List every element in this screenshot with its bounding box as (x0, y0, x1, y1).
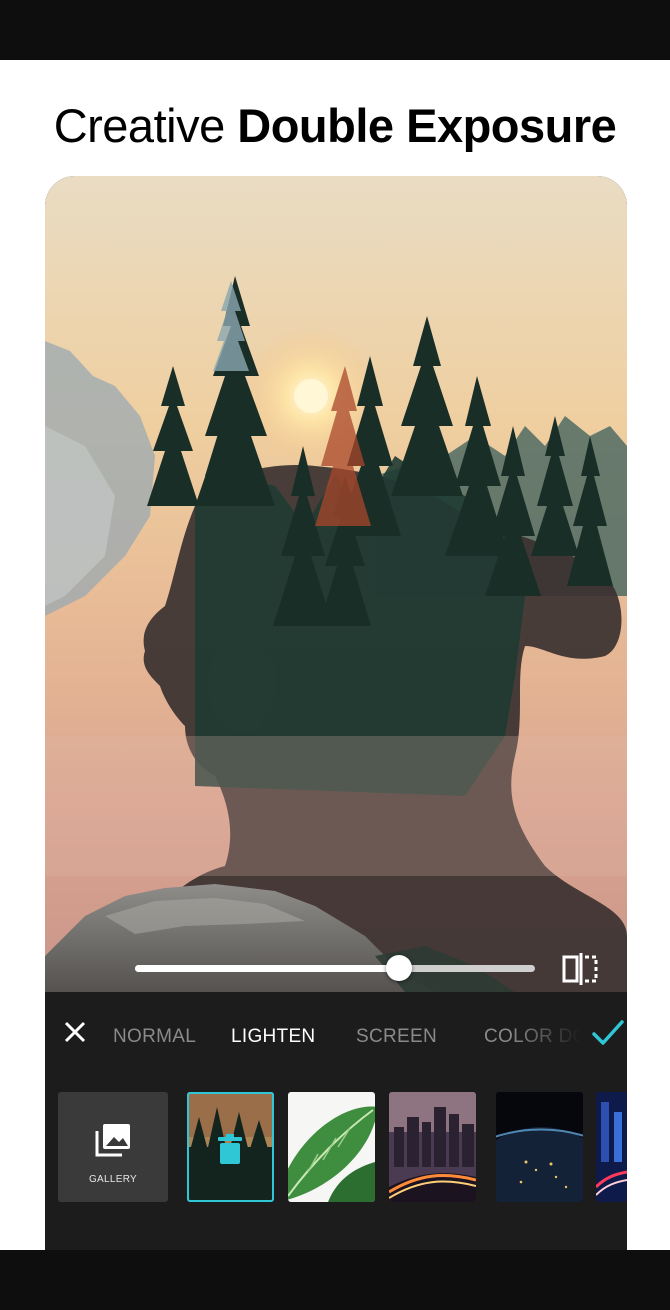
tab-screen[interactable]: SCREEN (356, 1026, 437, 1048)
title-light: Creative (53, 99, 226, 152)
overlay-thumb-leaf[interactable] (288, 1092, 375, 1202)
city-thumbnail (389, 1092, 476, 1202)
trash-icon[interactable] (218, 1134, 242, 1164)
earth-thumbnail (496, 1092, 583, 1202)
blend-toolbar: NORMAL LIGHTEN SCREEN COLOR DO GALLERY (45, 992, 627, 1250)
checkmark-icon[interactable] (591, 1018, 625, 1048)
gallery-button[interactable]: GALLERY (58, 1092, 168, 1202)
double-exposure-preview (45, 176, 627, 992)
neon-city-thumbnail (596, 1092, 627, 1202)
blend-strength-slider[interactable] (135, 965, 535, 972)
close-icon[interactable] (62, 1019, 88, 1045)
gallery-label: GALLERY (88, 1174, 138, 1185)
slider-thumb[interactable] (386, 955, 412, 981)
overlay-thumb-earth[interactable] (496, 1092, 583, 1202)
tab-color-dodge[interactable]: COLOR DO (484, 1026, 581, 1048)
title-bold: Double Exposure (237, 99, 617, 152)
navigation-bar (0, 1250, 670, 1310)
overlay-thumb-city[interactable] (389, 1092, 476, 1202)
tab-lighten[interactable]: LIGHTEN (231, 1026, 315, 1048)
leaf-thumbnail (288, 1092, 375, 1202)
blend-mode-tabs: NORMAL LIGHTEN SCREEN COLOR DO (113, 1022, 581, 1052)
compare-split-icon[interactable] (560, 952, 600, 986)
overlay-thumb-forest[interactable] (187, 1092, 274, 1202)
gallery-icon (95, 1124, 130, 1157)
overlay-thumb-neon[interactable] (596, 1092, 627, 1202)
tab-normal[interactable]: NORMAL (113, 1026, 196, 1048)
editor-screen: NORMAL LIGHTEN SCREEN COLOR DO GALLERY (45, 176, 627, 1250)
slider-fill (135, 965, 399, 972)
status-bar (0, 0, 670, 60)
page-title: Creative Double Exposure (0, 98, 670, 153)
